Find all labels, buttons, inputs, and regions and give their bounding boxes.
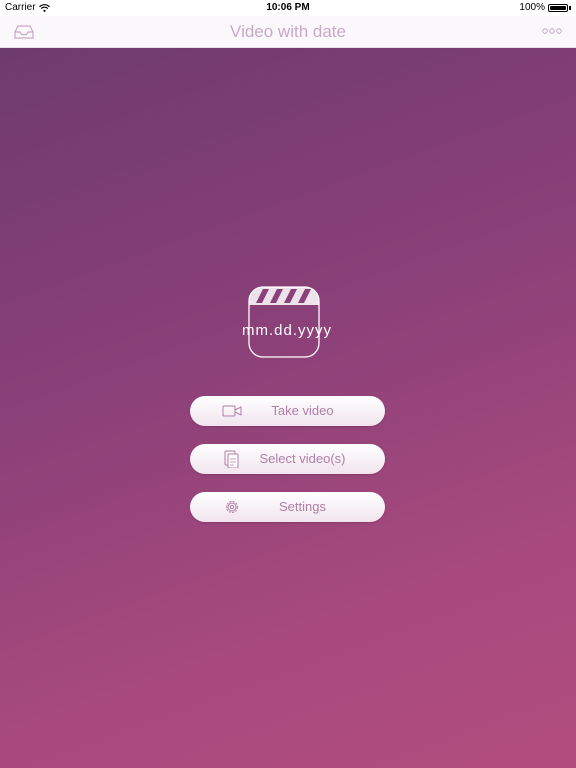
date-format-label: mm.dd.yyyy bbox=[241, 322, 332, 339]
page-title: Video with date bbox=[230, 22, 346, 41]
navigation-bar: Video with date bbox=[0, 16, 576, 48]
battery-fill bbox=[550, 5, 566, 10]
battery-tip bbox=[569, 5, 571, 10]
battery-icon bbox=[548, 3, 568, 12]
settings-label: Settings bbox=[279, 499, 326, 514]
app-logo: mm.dd.yyyy bbox=[232, 286, 342, 360]
select-videos-label: Select video(s) bbox=[259, 451, 346, 466]
take-video-label: Take video bbox=[271, 403, 334, 418]
status-bar: Carrier 10:06 PM 100% bbox=[0, 0, 576, 16]
battery-indicator: 100% bbox=[519, 2, 571, 13]
battery-percent: 100% bbox=[519, 2, 545, 13]
settings-button[interactable]: Settings bbox=[190, 492, 385, 522]
clock: 10:06 PM bbox=[266, 2, 310, 13]
more-icon[interactable] bbox=[542, 26, 562, 36]
take-video-button[interactable]: Take video bbox=[190, 396, 385, 426]
select-videos-button[interactable]: Select video(s) bbox=[190, 444, 385, 474]
